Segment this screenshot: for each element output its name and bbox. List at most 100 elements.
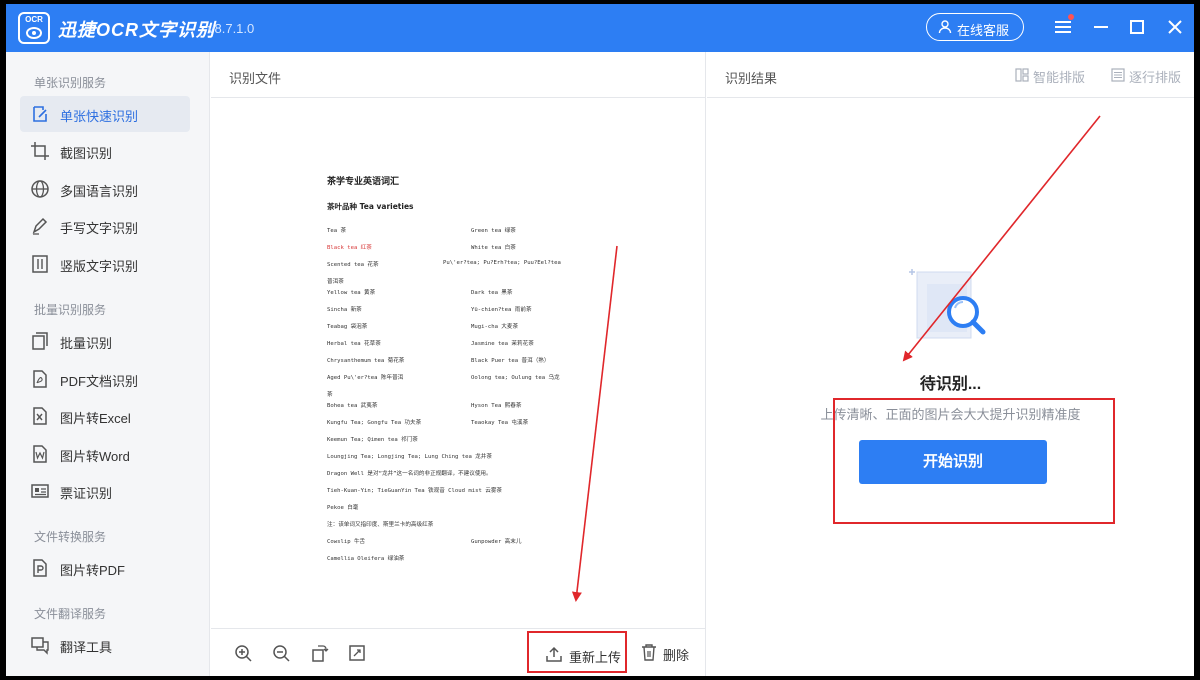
sidebar-item-label: 图片转PDF: [60, 563, 126, 578]
doc-line-right: White tea 白茶: [471, 245, 516, 251]
doc-line-right: Jasmine tea 茉莉花茶: [471, 341, 534, 347]
smart-layout-icon: [1015, 68, 1029, 82]
ocr-logo-icon: OCR: [18, 12, 50, 44]
maximize-button[interactable]: [1126, 16, 1148, 38]
sidebar-item-handwriting[interactable]: 手写文字识别: [20, 208, 190, 244]
doc-line-left: Loungjing Tea; Longjing Tea; Lung Ching …: [327, 454, 492, 460]
sidebar-item-word[interactable]: 图片转Word: [20, 436, 190, 472]
empty-state-search-icon: [909, 269, 986, 339]
sidebar-item-label: 竖版文字识别: [60, 259, 139, 274]
doc-line-left: Keemun Tea; Qimen tea 祁门茶: [327, 437, 418, 443]
sidebar-item-label: PDF文档识别: [60, 374, 139, 389]
sidebar-item-label: 图片转Word: [60, 449, 130, 464]
doc-title: 茶学专业英语词汇: [327, 177, 400, 187]
fit-screen-icon[interactable]: [347, 643, 367, 663]
section-title-batch: 批量识别服务: [34, 303, 107, 317]
online-service-button[interactable]: 在线客服: [926, 13, 1024, 41]
sidebar-item-translate[interactable]: 翻译工具: [20, 627, 190, 663]
doc-line-left: Aged Pu\'er?tea 陈年普洱: [327, 375, 404, 381]
doc-line-left: 茶: [327, 392, 333, 398]
zoom-out-icon[interactable]: [271, 643, 291, 663]
doc-line-right: Pu\'er?tea; Pu?Erh?tea; Puu?Eel?tea: [443, 260, 561, 266]
close-icon: [1168, 20, 1182, 34]
sidebar-item-image-to-pdf[interactable]: 图片转PDF: [20, 550, 190, 586]
sidebar-item-label: 截图识别: [60, 146, 113, 161]
result-panel-header: 识别结果 智能排版 逐行排版: [707, 52, 1194, 98]
doc-line-left: Sincha 新茶: [327, 307, 362, 313]
excel-icon: [33, 407, 47, 425]
sidebar-item-pdf[interactable]: PDF文档识别: [20, 361, 190, 397]
sidebar: 单张识别服务 单张快速识别 截图识别 多国语言识别 手写文字识别 竖版文字识别 …: [6, 52, 210, 676]
app-version: v8.7.1.0: [208, 21, 255, 36]
line-layout-icon: [1111, 68, 1125, 82]
pen-icon: [32, 217, 48, 235]
doc-line-right: Green tea 绿茶: [471, 228, 516, 234]
result-panel-title: 识别结果: [725, 71, 778, 86]
id-card-icon: [31, 484, 49, 498]
word-icon: [33, 445, 47, 463]
minimize-icon: [1094, 26, 1108, 28]
line-layout-label: 逐行排版: [1129, 70, 1182, 85]
annotation-box-start: [833, 398, 1115, 524]
doc-line-right: Dark tea 黑茶: [471, 290, 513, 296]
sidebar-item-vertical-text[interactable]: 竖版文字识别: [20, 246, 190, 282]
sidebar-item-label: 票证识别: [60, 486, 113, 501]
doc-line-right: Black Puer tea 普洱（熟）: [471, 358, 550, 364]
doc-line-left: Pekoe 白毫: [327, 505, 359, 511]
sidebar-item-batch[interactable]: 批量识别: [20, 323, 190, 359]
pdf-convert-icon: [33, 559, 47, 577]
sidebar-item-label: 批量识别: [60, 336, 113, 351]
section-title-single: 单张识别服务: [34, 76, 107, 90]
sidebar-item-multilanguage[interactable]: 多国语言识别: [20, 171, 190, 207]
sidebar-item-screenshot[interactable]: 截图识别: [20, 133, 190, 169]
document-preview[interactable]: 茶学专业英语词汇 茶叶品种 Tea varieties Tea 茶 Green t…: [321, 164, 601, 584]
vertical-text-icon: [32, 255, 48, 273]
doc-line-right: Gunpowder 高末儿: [471, 539, 522, 545]
upload-icon: [546, 646, 562, 662]
doc-line-left: 普洱茶: [327, 279, 344, 285]
doc-line-left: Herbal tea 花草茶: [327, 341, 381, 347]
section-title-translate: 文件翻译服务: [34, 607, 107, 621]
title-bar: OCR 迅捷OCR文字识别 v8.7.1.0 在线客服: [6, 4, 1194, 52]
online-service-label: 在线客服: [957, 23, 1010, 38]
doc-line-left: Kungfu Tea; Gongfu Tea 功夫茶: [327, 420, 422, 426]
delete-label: 删除: [663, 648, 690, 663]
doc-line-left: Black tea 红茶: [327, 245, 372, 251]
doc-line-left: Chrysanthemum tea 菊花茶: [327, 358, 405, 364]
doc-line-right: Hyson Tea 熙春茶: [471, 403, 522, 409]
notification-dot: [1068, 14, 1074, 20]
doc-line-left: Tieh-Kuan-Yin; TieGuanYin Tea 铁观音 Cloud …: [327, 488, 503, 494]
zoom-in-icon[interactable]: [233, 643, 253, 663]
doc-line-right: Mugi-cha 大麦茶: [471, 324, 519, 330]
rotate-icon[interactable]: [309, 643, 329, 663]
menu-button[interactable]: [1052, 14, 1074, 38]
maximize-icon: [1130, 20, 1144, 34]
user-icon: [938, 20, 952, 34]
app-title: 迅捷OCR文字识别: [58, 20, 215, 40]
doc-line-left: Camellia Oleifera 绿油茶: [327, 556, 405, 562]
sidebar-item-label: 单张快速识别: [60, 109, 139, 124]
doc-line-right: Oolong tea; Oulung tea 乌龙: [471, 375, 560, 381]
reupload-label: 重新上传: [569, 650, 622, 665]
doc-line-left: Bohea tea 武夷茶: [327, 403, 378, 409]
sidebar-item-certificate[interactable]: 票证识别: [20, 473, 190, 509]
eye-icon: [26, 27, 42, 39]
doc-line-right: Yü-chien?tea 雨前茶: [471, 307, 532, 313]
sidebar-item-label: 图片转Excel: [60, 411, 131, 426]
close-button[interactable]: [1164, 16, 1186, 38]
sidebar-item-label: 手写文字识别: [60, 221, 139, 236]
recognition-status: 待识别...: [919, 376, 982, 393]
logo-text: OCR: [25, 15, 43, 24]
doc-line-left: Cowslip 牛舌: [327, 539, 366, 545]
file-panel-header: 识别文件: [211, 52, 705, 98]
doc-line-left: Teabag 袋泡茶: [327, 324, 368, 330]
doc-line-left: Dragon Well 是对“龙井”这一名词的非正规翻译，不建议使用。: [327, 471, 492, 477]
section-title-convert: 文件转换服务: [34, 530, 107, 544]
minimize-button[interactable]: [1090, 16, 1112, 38]
quick-scan-icon: [33, 106, 47, 122]
reupload-button[interactable]: 重新上传: [527, 631, 627, 673]
pdf-icon: [33, 370, 47, 388]
result-panel: 识别结果 智能排版 逐行排版 待识别... 上传清晰、正面的图片会大大提升识别精…: [707, 52, 1194, 676]
sidebar-item-quick-recognition[interactable]: 单张快速识别: [20, 96, 190, 132]
sidebar-item-excel[interactable]: 图片转Excel: [20, 398, 190, 434]
